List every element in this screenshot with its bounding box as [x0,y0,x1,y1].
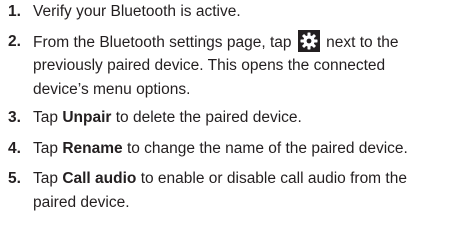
unpair-option-label: Unpair [62,109,112,126]
step-number: 3. [8,109,21,126]
step-suffix: to enable or disable call audio from the [140,170,407,187]
step-text: Verify your Bluetooth is active. [33,0,455,24]
rename-option-label: Rename [62,140,123,157]
step-number: 4. [8,140,21,157]
instruction-list: 1. Verify your Bluetooth is active. 2. F… [0,0,459,242]
step-line: paired device. [33,194,130,211]
step-text-before-icon: From the Bluetooth settings page, tap [33,34,292,51]
call-audio-option-label: Call audio [62,170,137,187]
step-prefix: Tap [33,170,58,187]
step-text-after-icon: next to the [326,34,399,51]
step-line: Tap Unpair to delete the paired device. [33,106,455,130]
step-prefix: Tap [33,140,58,157]
step-text: From the Bluetooth settings page, tap ne… [33,30,455,102]
step-number: 5. [8,170,21,187]
step-suffix: to change the name of the paired device. [126,140,408,157]
gear-icon [297,30,320,52]
step-text: Tap Call audio to enable or disable call… [33,167,455,215]
step-line: Verify your Bluetooth is active. [33,3,241,20]
step-text: Tap Rename to change the name of the pai… [33,137,455,161]
step-suffix: to delete the paired device. [115,109,302,126]
step-prefix: Tap [33,109,58,126]
step-line: device’s menu options. [33,81,191,98]
step-line: Tap Call audio to enable or disable call… [33,167,455,191]
step-line: From the Bluetooth settings page, tap ne… [33,30,455,54]
step-line: previously paired device. This opens the… [33,57,386,74]
step-line: Tap Rename to change the name of the pai… [33,137,455,161]
step-text: Tap Unpair to delete the paired device. [33,106,455,130]
step-number: 1. [8,3,21,20]
step-number: 2. [8,33,21,50]
